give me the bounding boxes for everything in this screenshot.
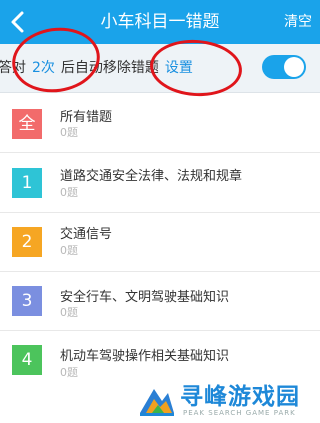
watermark-title: 寻峰游戏园 — [180, 384, 300, 410]
item-count: 0题 — [60, 366, 78, 379]
item-badge: 1 — [12, 168, 42, 198]
item-label: 安全行车、文明驾驶基础知识 — [60, 290, 230, 305]
item-badge: 3 — [12, 286, 42, 316]
item-badge: 4 — [12, 345, 42, 375]
item-count: 0题 — [60, 306, 78, 319]
item-label: 所有错题 — [60, 110, 113, 125]
item-count: 0题 — [60, 186, 78, 199]
auto-remove-toggle[interactable] — [262, 55, 306, 79]
list-item-3[interactable]: 3 安全行车、文明驾驶基础知识 0题 — [0, 272, 320, 332]
list-item-2[interactable]: 2 交通信号 0题 — [0, 213, 320, 273]
toggle-knob — [284, 57, 304, 77]
list-item-all[interactable]: 全 所有错题 0题 — [0, 93, 320, 153]
item-count: 0题 — [60, 126, 78, 139]
item-count: 0题 — [60, 244, 78, 257]
item-label: 道路交通安全法律、法规和规章 — [60, 169, 243, 184]
item-label: 机动车驾驶操作相关基础知识 — [60, 349, 230, 364]
item-label: 交通信号 — [60, 227, 113, 242]
clear-button[interactable]: 清空 — [284, 0, 312, 44]
watermark-subtitle: PEAK SEARCH GAME PARK — [183, 409, 296, 417]
watermark-logo-icon — [140, 389, 174, 416]
item-badge: 全 — [12, 109, 42, 139]
item-badge: 2 — [12, 227, 42, 257]
list-item-1[interactable]: 1 道路交通安全法律、法规和规章 0题 — [0, 153, 320, 213]
